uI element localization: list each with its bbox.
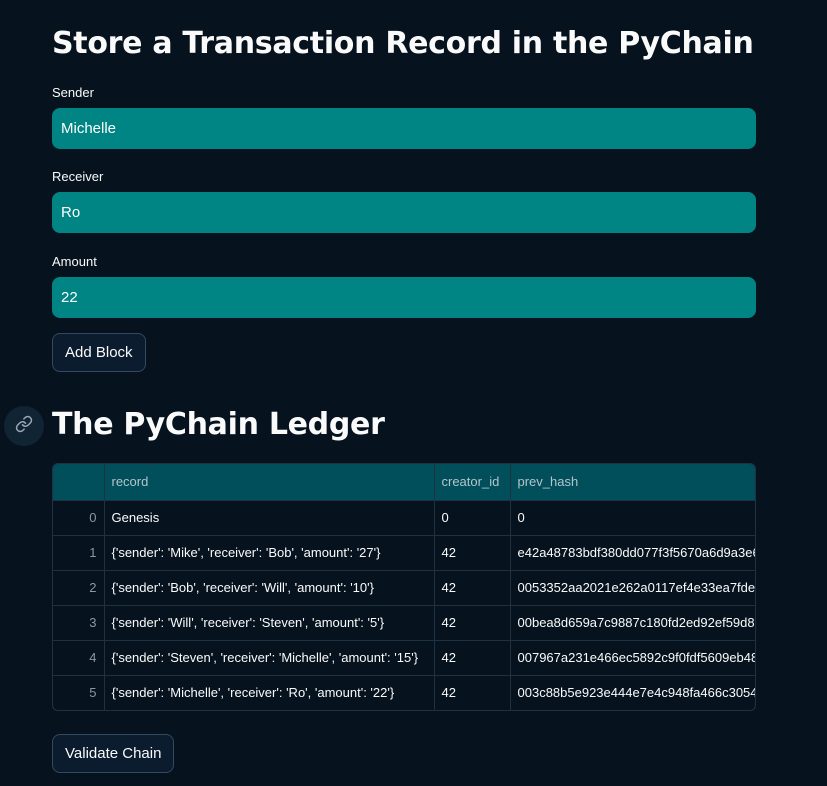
row-index[interactable]: 1 [53,535,105,571]
record-cell[interactable]: {'sender': 'Mike', 'receiver': 'Bob', 'a… [104,535,435,571]
creator-id-cell[interactable]: 42 [434,535,511,571]
creator-id-cell[interactable]: 42 [434,570,511,606]
receiver-label: Receiver [52,169,104,184]
prev-hash-cell[interactable]: 0 [510,500,755,536]
amount-label: Amount [52,254,97,269]
creator-id-cell[interactable]: 0 [434,500,511,536]
table-row: 2 {'sender': 'Bob', 'receiver': 'Will', … [53,570,755,606]
prev-hash-cell[interactable]: 007967a231e466ec5892c9f0fdf5609eb48 [510,640,755,676]
creator-id-cell[interactable]: 42 [434,640,511,676]
prev-hash-cell[interactable]: 0053352aa2021e262a0117ef4e33ea7fdea [510,570,755,606]
add-block-button[interactable]: Add Block [52,333,146,372]
ledger-title: The PyChain Ledger [52,407,385,442]
sender-input[interactable] [52,108,756,149]
record-cell[interactable]: Genesis [104,500,435,536]
record-cell[interactable]: {'sender': 'Will', 'receiver': 'Steven',… [104,605,435,641]
record-cell[interactable]: {'sender': 'Steven', 'receiver': 'Michel… [104,640,435,676]
validate-chain-button[interactable]: Validate Chain [52,734,175,773]
record-cell[interactable]: {'sender': 'Bob', 'receiver': 'Will', 'a… [104,570,435,606]
prev-hash-cell[interactable]: e42a48783bdf380dd077f3f5670a6d9a3e6 [510,535,755,571]
receiver-input[interactable] [52,192,756,233]
amount-input[interactable] [52,277,756,318]
column-header-prev-hash[interactable]: prev_hash [510,464,755,501]
table-row: 0 Genesis 0 0 [53,500,755,536]
row-index[interactable]: 5 [53,675,105,710]
table-row: 3 {'sender': 'Will', 'receiver': 'Steven… [53,605,755,641]
page-title: Store a Transaction Record in the PyChai… [52,26,754,61]
prev-hash-cell[interactable]: 00bea8d659a7c9887c180fd2ed92ef59d82 [510,605,755,641]
header-anchor-link[interactable] [4,406,44,446]
table-row: 1 {'sender': 'Mike', 'receiver': 'Bob', … [53,535,755,571]
row-index[interactable]: 0 [53,500,105,536]
link-icon [15,415,33,438]
table-row: 5 {'sender': 'Michelle', 'receiver': 'Ro… [53,675,755,710]
sender-label: Sender [52,85,94,100]
table-row: 4 {'sender': 'Steven', 'receiver': 'Mich… [53,640,755,676]
prev-hash-cell[interactable]: 003c88b5e923e444e7e4c948fa466c3054e [510,675,755,710]
creator-id-cell[interactable]: 42 [434,605,511,641]
column-header-creator-id[interactable]: creator_id [434,464,511,501]
column-header-record[interactable]: record [104,464,435,501]
record-cell[interactable]: {'sender': 'Michelle', 'receiver': 'Ro',… [104,675,435,710]
row-index[interactable]: 4 [53,640,105,676]
table-header-row: record creator_id prev_hash [53,464,755,501]
row-index[interactable]: 2 [53,570,105,606]
row-index[interactable]: 3 [53,605,105,641]
creator-id-cell[interactable]: 42 [434,675,511,710]
column-header-index[interactable] [53,464,105,501]
ledger-table[interactable]: record creator_id prev_hash 0 Genesis 0 … [52,463,756,711]
